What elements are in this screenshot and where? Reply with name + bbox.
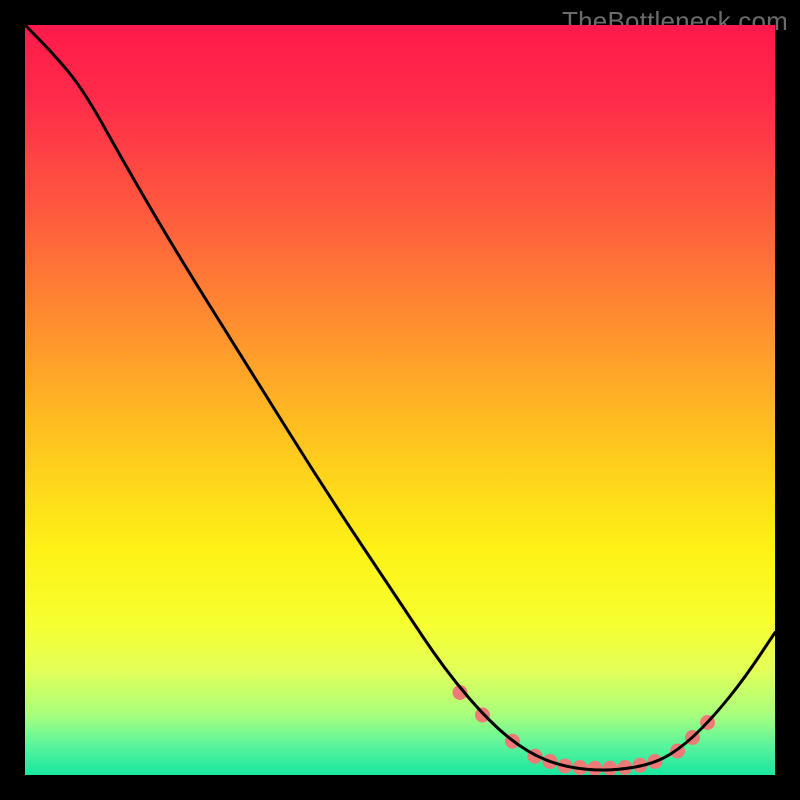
- plot-area: [25, 25, 775, 775]
- plot-svg: [25, 25, 775, 775]
- chart-container: TheBottleneck.com: [0, 0, 800, 800]
- gradient-background: [25, 25, 775, 775]
